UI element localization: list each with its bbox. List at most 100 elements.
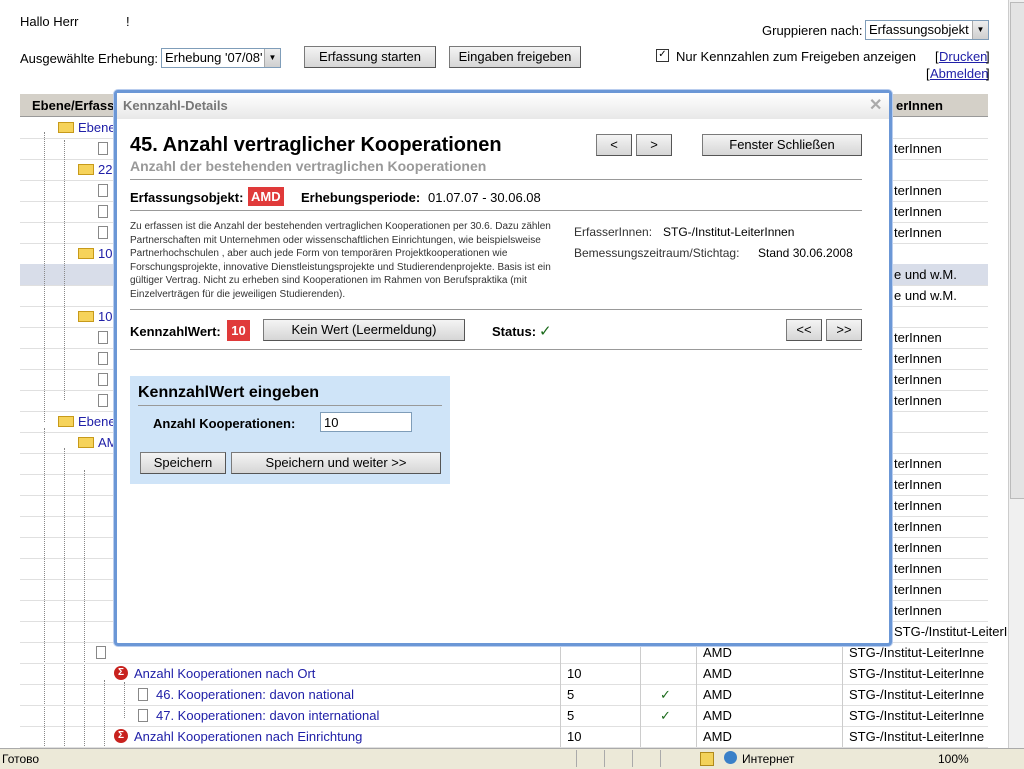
tree-item-person: e und w.M. [894, 288, 957, 303]
tree-item-person: terInnen [894, 330, 942, 345]
folder-icon [78, 248, 94, 259]
sigma-icon: Σ [114, 666, 128, 680]
object-badge: AMD [248, 187, 284, 206]
kooperationen-input[interactable] [320, 412, 412, 432]
close-icon[interactable]: ✕ [869, 95, 882, 115]
kennzahl-value: 10 [567, 666, 582, 681]
print-bracket-close: ] [986, 49, 990, 64]
zoom-text[interactable]: 100% [938, 752, 969, 766]
group-select[interactable]: Erfassungsobjekt ▼ [865, 20, 989, 40]
kennzahl-value: 5 [567, 687, 575, 702]
folder-icon [78, 164, 94, 175]
folder-icon [58, 416, 74, 427]
save-button[interactable]: Speichern [140, 452, 226, 474]
document-icon [98, 394, 108, 407]
tree-line [64, 140, 65, 400]
erfassungsobjekt: AMD [703, 645, 732, 660]
erfasser-person: STG-/Institut-LeiterInne [849, 708, 985, 723]
separator [604, 750, 605, 767]
release-entries-button[interactable]: Eingaben freigeben [449, 46, 581, 68]
erfassungsobjekt: AMD [703, 666, 732, 681]
column-divider [640, 726, 641, 747]
globe-icon [724, 751, 737, 764]
kennzahl-label[interactable]: Anzahl Kooperationen nach Einrichtung [134, 729, 362, 744]
column-divider [560, 705, 561, 726]
divider [130, 179, 862, 180]
status-check-icon: ✓ [539, 323, 552, 340]
description-text: Zu erfassen ist die Anzahl der bestehend… [130, 221, 551, 300]
column-divider [640, 663, 641, 684]
divider [130, 349, 862, 350]
empty-value-button[interactable]: Kein Wert (Leermeldung) [263, 319, 465, 341]
save-next-button[interactable]: Speichern und weiter >> [231, 452, 441, 474]
column-divider [696, 726, 697, 747]
kennzahl-label[interactable]: 47. Kooperationen: davon international [156, 708, 379, 723]
tree-item-label[interactable]: 10 [98, 309, 112, 324]
tree-line [44, 132, 45, 422]
divider [130, 210, 862, 211]
value-input-panel: KennzahlWert eingeben Anzahl Kooperation… [130, 376, 450, 484]
kennzahl-label[interactable]: 46. Kooperationen: davon national [156, 687, 354, 702]
greeting: Hallo Herr [20, 14, 79, 29]
logout-link[interactable]: Abmelden [930, 66, 989, 81]
next-button[interactable]: > [636, 134, 672, 156]
column-divider [640, 705, 641, 726]
dialog-title: Kennzahl-Details [117, 93, 889, 119]
only-release-checkbox[interactable]: ✓ [656, 49, 669, 62]
erfasser-person: STG-/Institut-LeiterInne [849, 645, 985, 660]
period-label: Erhebungsperiode: [301, 190, 421, 205]
start-capture-button[interactable]: Erfassung starten [304, 46, 436, 68]
document-icon [138, 688, 148, 701]
folder-icon [78, 311, 94, 322]
document-icon [98, 331, 108, 344]
table-row[interactable]: Σ Anzahl Kooperationen nach Einrichtung 10… [20, 726, 988, 748]
print-link[interactable]: Drucken [939, 49, 987, 64]
kennzahl-details-dialog: Kennzahl-Details ✕ 45. Anzahl vertraglic… [114, 90, 892, 646]
status-check-icon: ✓ [660, 687, 671, 702]
erhebung-select[interactable]: Erhebung '07/08' ▼ [161, 48, 281, 68]
scrollbar-thumb[interactable] [1010, 2, 1024, 499]
tree-item-person: e und w.M. [894, 267, 957, 282]
tree-item-person: terInnen [894, 477, 942, 492]
erfasser-value: STG-/Institut-LeiterInnen [663, 225, 795, 239]
tree-item-label[interactable]: 10 [98, 246, 112, 261]
document-icon [98, 373, 108, 386]
column-divider [560, 726, 561, 747]
first-button[interactable]: << [786, 319, 822, 341]
erfasser-person: STG-/Institut-LeiterInne [849, 729, 985, 744]
document-icon [98, 184, 108, 197]
last-button[interactable]: >> [826, 319, 862, 341]
column-divider [560, 663, 561, 684]
vertical-scrollbar[interactable] [1008, 0, 1024, 748]
tree-item-person: terInnen [894, 183, 942, 198]
erfasser-person: STG-/Institut-LeiterInne [849, 666, 985, 681]
tree-item-person: terInnen [894, 372, 942, 387]
previous-button[interactable]: < [596, 134, 632, 156]
table-row[interactable]: 46. Kooperationen: davon national 5 ✓ AMD ST… [20, 684, 988, 706]
sigma-icon: Σ [114, 729, 128, 743]
column-divider [842, 663, 843, 684]
status-label: Status: [492, 324, 537, 339]
input-panel-title: KennzahlWert eingeben [138, 384, 320, 401]
column-divider [842, 684, 843, 705]
divider [130, 309, 862, 310]
erhebung-label: Ausgewählte Erhebung: [20, 51, 159, 66]
greeting-suffix: ! [126, 14, 130, 29]
tree-item-label[interactable]: Ebene [78, 120, 116, 135]
erfasser-person: STG-/Institut-LeiterInne [849, 687, 985, 702]
kennzahl-value: 5 [567, 708, 575, 723]
document-icon [98, 205, 108, 218]
column-divider [842, 705, 843, 726]
logout-bracket-close: ] [986, 66, 990, 81]
tree-item-person: terInnen [894, 351, 942, 366]
document-icon [98, 352, 108, 365]
close-window-button[interactable]: Fenster Schließen [702, 134, 862, 156]
separator [576, 750, 577, 767]
tree-item-label[interactable]: Ebene [78, 414, 116, 429]
kennzahl-label[interactable]: Anzahl Kooperationen nach Ort [134, 666, 315, 681]
table-row[interactable]: Σ Anzahl Kooperationen nach Ort 10 AMD STG-/… [20, 663, 988, 685]
table-row[interactable]: 47. Kooperationen: davon international 5 ✓… [20, 705, 988, 727]
period-value: 01.07.07 - 30.06.08 [428, 190, 541, 205]
group-label: Gruppieren nach: [762, 23, 863, 38]
browser-status-bar: Готово Интернет 100% [0, 748, 1024, 769]
